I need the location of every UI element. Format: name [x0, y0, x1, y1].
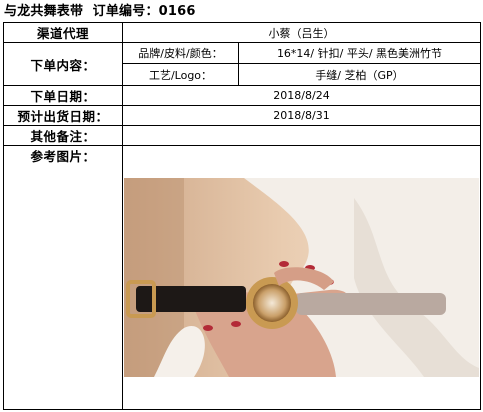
ship-date-label: 预计出货日期： [3, 105, 123, 126]
brand-value: 16*14/ 针扣/ 平头/ 黑色美洲竹节 [238, 42, 481, 64]
ship-date-row: 预计出货日期： 2018/8/31 [3, 105, 481, 126]
channel-label: 渠道代理 [3, 22, 123, 43]
order-date-value: 2018/8/24 [122, 85, 481, 106]
order-date-label: 下单日期： [3, 85, 123, 106]
order-number: 0166 [158, 4, 196, 19]
reference-photo [124, 178, 479, 377]
content-row-brand: 下单内容： 品牌/皮料/颜色： 16*14/ 针扣/ 平头/ 黑色美洲竹节 [3, 42, 481, 86]
reference-label: 参考图片： [3, 145, 123, 410]
order-number-label: 订单编号： [92, 4, 159, 19]
order-title: 与龙共舞表带 订单编号：0166 [4, 3, 196, 21]
photo-watch-back [253, 284, 291, 322]
photo-nail-1 [279, 261, 289, 267]
craft-value: 手缝/ 芝柏（GP） [238, 63, 481, 86]
brand-label: 品牌/皮料/颜色： [122, 42, 239, 64]
remarks-row: 其他备注： [3, 125, 481, 146]
photo-strap-right [296, 293, 446, 315]
channel-row: 渠道代理 小蔡（吕生） [3, 22, 481, 43]
ship-date-value: 2018/8/31 [122, 105, 481, 126]
order-date-row: 下单日期： 2018/8/24 [3, 85, 481, 106]
channel-value: 小蔡（吕生） [122, 22, 481, 43]
remarks-label: 其他备注： [3, 125, 123, 146]
craft-label: 工艺/Logo： [122, 63, 239, 86]
photo-nail-5 [203, 325, 213, 331]
photo-nail-4 [231, 321, 241, 327]
content-label: 下单内容： [3, 42, 123, 86]
remarks-value [122, 125, 481, 146]
shop-name: 与龙共舞表带 [4, 4, 84, 19]
